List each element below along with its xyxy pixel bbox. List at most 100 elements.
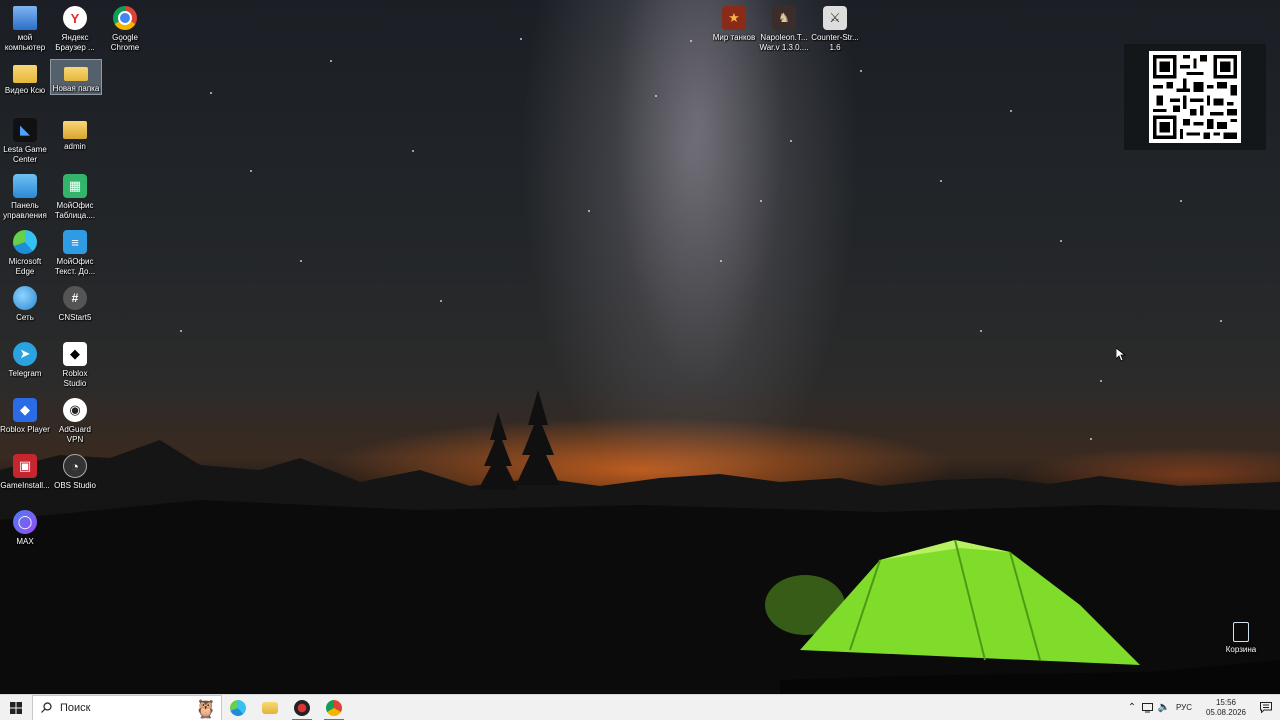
desktop-icon-counter-strike[interactable]: ⚔ Counter-Str... 1.6 [810, 2, 860, 53]
user-folder-icon [63, 121, 87, 139]
desktop-icon-label: Telegram [8, 369, 42, 378]
desktop-icon-label: Napoleon.T... War.v 1.3.0.... [759, 33, 809, 52]
desktop-icon-label: Google Chrome [110, 33, 140, 52]
control-panel-icon [13, 174, 37, 198]
yandex-browser-icon: Y [63, 6, 87, 30]
desktop-icon-new-folder[interactable]: Новая папка [50, 59, 102, 95]
desktop-icon-label: Яндекс Браузер ... [55, 33, 95, 52]
desktop-icon-label: Roblox Studio [62, 369, 88, 388]
obs-icon: ◔ [63, 454, 87, 478]
desktop-icon-cnstart5[interactable]: # CNStart5 [50, 282, 100, 323]
taskbar-edge[interactable] [222, 695, 254, 720]
desktop-icon-label: MAX [16, 537, 34, 546]
desktop-icon-label: МойОфис Текст. До... [54, 257, 96, 276]
desktop-icon-recycle-bin[interactable]: Корзина [1216, 618, 1266, 655]
desktop-icon-label: Мир танков [712, 33, 756, 42]
file-explorer-icon [262, 701, 278, 714]
volume-speaker-icon[interactable]: 🔈 [1156, 695, 1172, 720]
monitor-icon [1142, 702, 1154, 712]
desktop-icon-google-chrome[interactable]: Google Chrome [100, 2, 150, 53]
desktop-icon-label: Корзина [1225, 645, 1257, 654]
action-center-button[interactable] [1252, 695, 1280, 720]
cnstart-icon: # [63, 286, 87, 310]
search-placeholder: Поиск [60, 701, 91, 714]
desktop-icon-admin[interactable]: admin [50, 114, 100, 152]
desktop-icon-network[interactable]: Сеть [0, 282, 50, 323]
folder-icon [64, 67, 88, 81]
max-icon: ◯ [13, 510, 37, 534]
roblox-studio-icon: ◆ [63, 342, 87, 366]
desktop-icon-label: Сеть [16, 313, 34, 322]
desktop-icon-label: Counter-Str... 1.6 [811, 33, 859, 52]
desktop-icon-label: OBS Studio [54, 481, 96, 490]
landscape-illustration [0, 390, 1280, 694]
adguard-icon: ◉ [63, 398, 87, 422]
desktop-icon-roblox-player[interactable]: ◆ Roblox Player [0, 394, 50, 435]
clock-date: 05.08.2026 [1205, 707, 1247, 717]
computer-icon [13, 6, 37, 30]
search-icon [41, 702, 52, 713]
desktop-icon-mir-tankov[interactable]: ★ Мир танков [709, 2, 759, 43]
desktop-icon-obs-studio[interactable]: ◔ OBS Studio [50, 450, 100, 491]
myoffice-text-icon: ≡ [63, 230, 87, 254]
chrome-icon [326, 699, 342, 716]
folder-icon [13, 65, 37, 83]
desktop-icon-game-installer[interactable]: ▣ GameInstall... [0, 450, 50, 491]
roblox-player-icon: ◆ [13, 398, 37, 422]
system-tray: ⌃ 🔈 РУС 15:56 05.08.2026 [1124, 695, 1280, 720]
desktop-icon-label: Видео Ксю [4, 86, 46, 95]
windows-logo-icon [10, 701, 22, 714]
chrome-icon [113, 6, 137, 30]
telegram-icon: ➤ [13, 342, 37, 366]
desktop-icon-microsoft-edge[interactable]: Microsoft Edge [0, 226, 50, 277]
desktop-icon-label: CNStart5 [58, 313, 92, 322]
desktop-icon-label: GameInstall... [0, 481, 50, 490]
edge-icon [230, 699, 246, 716]
desktop-icon-roblox-studio[interactable]: ◆ Roblox Studio [50, 338, 100, 389]
recycle-bin-icon [1233, 622, 1249, 642]
desktop-icon-max[interactable]: ◯ MAX [0, 506, 50, 547]
desktop-icon-napoleon-total-war[interactable]: ♞ Napoleon.T... War.v 1.3.0.... [759, 2, 809, 53]
qr-code-widget[interactable] [1124, 44, 1266, 150]
show-hidden-icons-chevron-up-icon[interactable]: ⌃ [1124, 695, 1140, 720]
desktop-icon-label: Панель управления [3, 201, 47, 220]
network-icon [13, 286, 37, 310]
myoffice-table-icon: ▦ [63, 174, 87, 198]
taskbar-game-app[interactable] [286, 695, 318, 720]
tanks-icon: ★ [722, 6, 746, 30]
desktop-icon-label: МойОфис Таблица.... [54, 201, 96, 220]
desktop-wallpaper [0, 0, 1280, 694]
desktop-icon-video-ksyu[interactable]: Видео Ксю [0, 58, 50, 96]
desktop-icon-telegram[interactable]: ➤ Telegram [0, 338, 50, 379]
taskbar-clock[interactable]: 15:56 05.08.2026 [1200, 698, 1252, 718]
clock-time: 15:56 [1215, 697, 1237, 707]
qr-code-image [1149, 51, 1241, 143]
desktop-icon-my-computer[interactable]: мой компьютер [0, 2, 50, 53]
mouse-cursor-icon [1116, 348, 1126, 362]
game-installer-icon: ▣ [13, 454, 37, 478]
desktop-icon-label: Roblox Player [0, 425, 50, 434]
desktop-icon-myoffice-table[interactable]: ▦ МойОфис Таблица.... [50, 170, 100, 221]
desktop-icon-label: Lesta Game Center [3, 145, 47, 164]
desktop-icon-label: мой компьютер [4, 33, 46, 52]
counter-strike-icon: ⚔ [823, 6, 847, 30]
input-language-indicator[interactable]: РУС [1176, 703, 1192, 712]
desktop-icon-lesta-game-center[interactable]: ◣ Lesta Game Center [0, 114, 50, 165]
notification-icon [1260, 702, 1272, 713]
game-app-icon [294, 699, 310, 716]
desktop-icon-adguard-vpn[interactable]: ◉ AdGuard VPN [50, 394, 100, 445]
desktop-icon-label: admin [64, 142, 86, 151]
taskbar: Поиск 🦉 ⌃ 🔈 РУС 15:56 05.08.2026 [0, 694, 1280, 720]
network-status-icon[interactable] [1140, 695, 1156, 720]
desktop-icon-myoffice-text[interactable]: ≡ МойОфис Текст. До... [50, 226, 100, 277]
lesta-icon: ◣ [13, 118, 37, 142]
desktop-icon-yandex-browser[interactable]: Y Яндекс Браузер ... [50, 2, 100, 53]
start-button[interactable] [0, 695, 32, 720]
taskbar-chrome[interactable] [318, 695, 350, 720]
taskbar-file-explorer[interactable] [254, 695, 286, 720]
desktop-icon-label: AdGuard VPN [58, 425, 92, 444]
taskbar-search-box[interactable]: Поиск 🦉 [32, 694, 222, 720]
desktop-icon-label: Новая папка [52, 84, 100, 93]
desktop-icon-control-panel[interactable]: Панель управления [0, 170, 50, 221]
napoleon-icon: ♞ [772, 6, 796, 30]
